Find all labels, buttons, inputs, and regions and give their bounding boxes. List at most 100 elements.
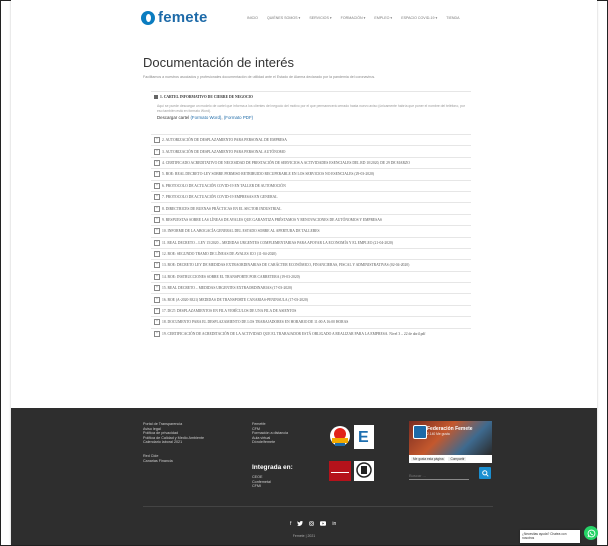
accordion-item[interactable]: +11. REAL DECRETO – LEY 15/2020 – MEDIDA… [151, 236, 471, 248]
integrated-link[interactable]: CFMI [252, 484, 271, 489]
accordion-item[interactable]: +7. PROTOCOLO DE ACTUACIÓN COVID-19 EMPR… [151, 190, 471, 202]
facebook-like-button[interactable]: Me gusta esta página [411, 457, 446, 461]
whatsapp-bubble[interactable]: ¿Necesitas ayuda? Chatea con nosotros [520, 530, 580, 543]
expand-icon: + [154, 239, 160, 246]
accordion-item[interactable]: +12. BOE: SEGUNDO TRAMO DE LÍNEAS DE AVA… [151, 247, 471, 259]
svg-text:E: E [358, 429, 369, 446]
download-line: Descargar cartel (Formato Word), (Format… [157, 115, 254, 120]
expand-icon: + [154, 285, 160, 292]
accordion-item[interactable]: +10. INFORME DE LA ABOGACÍA GENERAL DEL … [151, 225, 471, 236]
accordion-item[interactable]: +17. DGT: DESPLAZAMIENTOS EN FILA VEHÍCU… [151, 304, 471, 316]
nav-item-servicios[interactable]: SERVICIOS ▾ [309, 16, 331, 20]
expand-icon: + [154, 171, 160, 178]
accordion-item-label: 7. PROTOCOLO DE ACTUACIÓN COVID-19 EMPRE… [162, 195, 278, 200]
accordion-item-label: 17. DGT: DESPLAZAMIENTOS EN FILA VEHÍCUL… [162, 309, 297, 314]
download-prefix: Descargar cartel [157, 115, 190, 120]
expand-icon: + [154, 216, 160, 223]
main-nav: INICIO QUIÉNES SOMOS ▾ SERVICIOS ▾ FORMA… [247, 16, 468, 20]
accordion-item[interactable]: +15. REAL DECRETO – MEDIDAS URGENTES EXT… [151, 282, 471, 293]
footer-links-femete: Femetfe CFM Formación a distancia Aula v… [252, 422, 288, 445]
quality-seal-logo [329, 425, 351, 447]
site-footer: Portal de Transparencia Aviso legal Polí… [11, 408, 597, 545]
accordion-item[interactable]: +6. PROTOCOLO DE ACTUACIÓN COVID-19 EN T… [151, 179, 471, 191]
page: femete INICIO QUIÉNES SOMOS ▾ SERVICIOS … [11, 0, 597, 545]
accordion-description: Aquí se puede descargar un modelo de car… [157, 104, 465, 113]
expand-icon: + [154, 296, 160, 303]
nav-item-inicio[interactable]: INICIO [247, 16, 258, 20]
accordion-item[interactable]: +5. BOE: REAL DECRETO-LEY SOBRE PERMISO … [151, 168, 471, 179]
accordion-item-label: 12. BOE: SEGUNDO TRAMO DE LÍNEAS DE AVAL… [162, 252, 277, 257]
expand-icon: + [154, 205, 160, 212]
accordion-item[interactable]: +16. BOE (A-2020-3821) MEDIDAS DE TRANSP… [151, 293, 471, 304]
facebook-page-widget[interactable]: Federación Femete 2.140 Me gusta Me gust… [409, 421, 492, 463]
bureau-veritas-seal-logo [354, 461, 374, 481]
nav-item-espacio-covid[interactable]: ESPACIO COVID-19 ▾ [401, 16, 437, 20]
accordion-item[interactable]: +9. RESPUESTAS SOBRE LAS LÍNEAS DE AVALE… [151, 213, 471, 225]
accordion-item[interactable]: +3. AUTORIZACIÓN DE DESPLAZAMIENTO PARA … [151, 145, 471, 156]
footer-links-programs: Red Cide Canarias Financia [143, 454, 173, 463]
search-input[interactable] [409, 471, 469, 480]
expand-icon: + [154, 262, 160, 269]
accordion-item[interactable]: +19. CERTIFICACIÓN DE ACREDITACIÓN DE LA… [151, 327, 471, 339]
accordion-item-label: 15. REAL DECRETO – MEDIDAS URGENTES EXTR… [162, 286, 293, 291]
collapse-icon [154, 95, 158, 99]
expand-icon: + [154, 308, 160, 315]
instagram-icon[interactable] [309, 521, 315, 528]
facebook-actions: Me gusta esta página Compartir [409, 455, 492, 463]
accordion-item-label: 16. BOE (A-2020-3821) MEDIDAS DE TRANSPO… [162, 297, 308, 302]
facebook-icon[interactable]: f [290, 521, 291, 528]
nav-item-empleo[interactable]: EMPLEO ▾ [374, 16, 392, 20]
expand-icon: + [154, 251, 160, 258]
expand-icon: + [154, 148, 160, 155]
footer-link[interactable]: Calendario laboral 2021 [143, 440, 204, 445]
site-logo[interactable]: femete [141, 9, 208, 26]
expand-icon: + [154, 228, 160, 235]
expand-icon: + [154, 159, 160, 166]
accordion-item[interactable]: +4. CERTIFICADO ACREDITATIVO DE NECESIDA… [151, 156, 471, 168]
expand-icon: + [154, 319, 160, 326]
youtube-icon[interactable] [320, 521, 327, 528]
accordion-item-label: 13. BOE: DECRETO LEY DE MEDIDAS EXTRAORD… [162, 263, 410, 268]
accordion-item-label: 9. RESPUESTAS SOBRE LAS LÍNEAS DE AVALES… [162, 217, 382, 222]
search-icon [481, 469, 489, 477]
expand-icon: + [154, 137, 160, 144]
page-title: Documentación de interés [143, 55, 295, 70]
footer-link[interactable]: Dónde/femete [252, 440, 288, 445]
footer-link[interactable]: Canarias Financia [143, 459, 173, 464]
footer-divider [143, 506, 493, 507]
accordion-item-label: 14. BOE: INSTRUCCIONES SOBRE EL TRANSPOR… [162, 274, 300, 279]
accordion-item[interactable]: +8. DIRECTRICES DE BUENAS PRÁCTICAS EN E… [151, 202, 471, 213]
accordion-item-label: 6. PROTOCOLO DE ACTUACIÓN COVID-19 EN TA… [162, 183, 286, 188]
facebook-followers: 2.140 Me gusta [427, 432, 450, 436]
nav-item-formacion[interactable]: FORMACIÓN ▾ [341, 16, 366, 20]
accordion-item-label: 4. CERTIFICADO ACREDITATIVO DE NECESIDAD… [162, 160, 410, 165]
linkedin-icon[interactable]: in [332, 521, 336, 528]
expand-icon: + [154, 182, 160, 189]
social-links: f in [290, 521, 336, 528]
accordion-item-label: 11. REAL DECRETO – LEY 15/2020 – MEDIDAS… [162, 240, 393, 245]
nav-item-tienda[interactable]: TIENDA [446, 16, 459, 20]
accordion-item[interactable]: +13. BOE: DECRETO LEY DE MEDIDAS EXTRAOR… [151, 259, 471, 270]
facebook-share-button[interactable]: Compartir [448, 457, 467, 461]
accordion-item-label: 18. DOCUMENTO PARA EL DESPLAZAMIENTO DE … [162, 320, 349, 325]
footer-links-legal: Portal de Transparencia Aviso legal Polí… [143, 422, 204, 445]
accordion-item[interactable]: +18. DOCUMENTO PARA EL DESPLAZAMIENTO DE… [151, 316, 471, 327]
twitter-icon[interactable] [297, 521, 304, 528]
whatsapp-icon [587, 529, 595, 537]
expand-icon: + [154, 330, 160, 337]
documents-accordion: 1. CARTEL INFORMATIVO DE CIERRE DE NEGOC… [151, 91, 471, 339]
search-button[interactable] [479, 467, 491, 479]
nav-item-quienes-somos[interactable]: QUIÉNES SOMOS ▾ [267, 16, 300, 20]
accordion-item[interactable]: +14. BOE: INSTRUCCIONES SOBRE EL TRANSPO… [151, 270, 471, 282]
accordion-list: +2. AUTORIZACIÓN DE DESPLAZAMIENTO PARA … [151, 134, 471, 339]
accordion-item-open[interactable]: 1. CARTEL INFORMATIVO DE CIERRE DE NEGOC… [151, 91, 471, 102]
download-pdf-link[interactable]: (Formato PDF) [224, 115, 253, 120]
accordion-item-label: 10. INFORME DE LA ABOGACÍA GENERAL DEL E… [162, 229, 320, 234]
accordion-item-label: 1. CARTEL INFORMATIVO DE CIERRE DE NEGOC… [160, 95, 253, 99]
accordion-item[interactable]: +2. AUTORIZACIÓN DE DESPLAZAMIENTO PARA … [151, 134, 471, 145]
expand-icon: + [154, 273, 160, 280]
site-header: femete INICIO QUIÉNES SOMOS ▾ SERVICIOS … [11, 0, 597, 40]
whatsapp-button[interactable] [584, 526, 598, 540]
download-word-link[interactable]: (Formato Word) [190, 115, 221, 120]
integrated-title: Integrada en: [252, 464, 293, 471]
